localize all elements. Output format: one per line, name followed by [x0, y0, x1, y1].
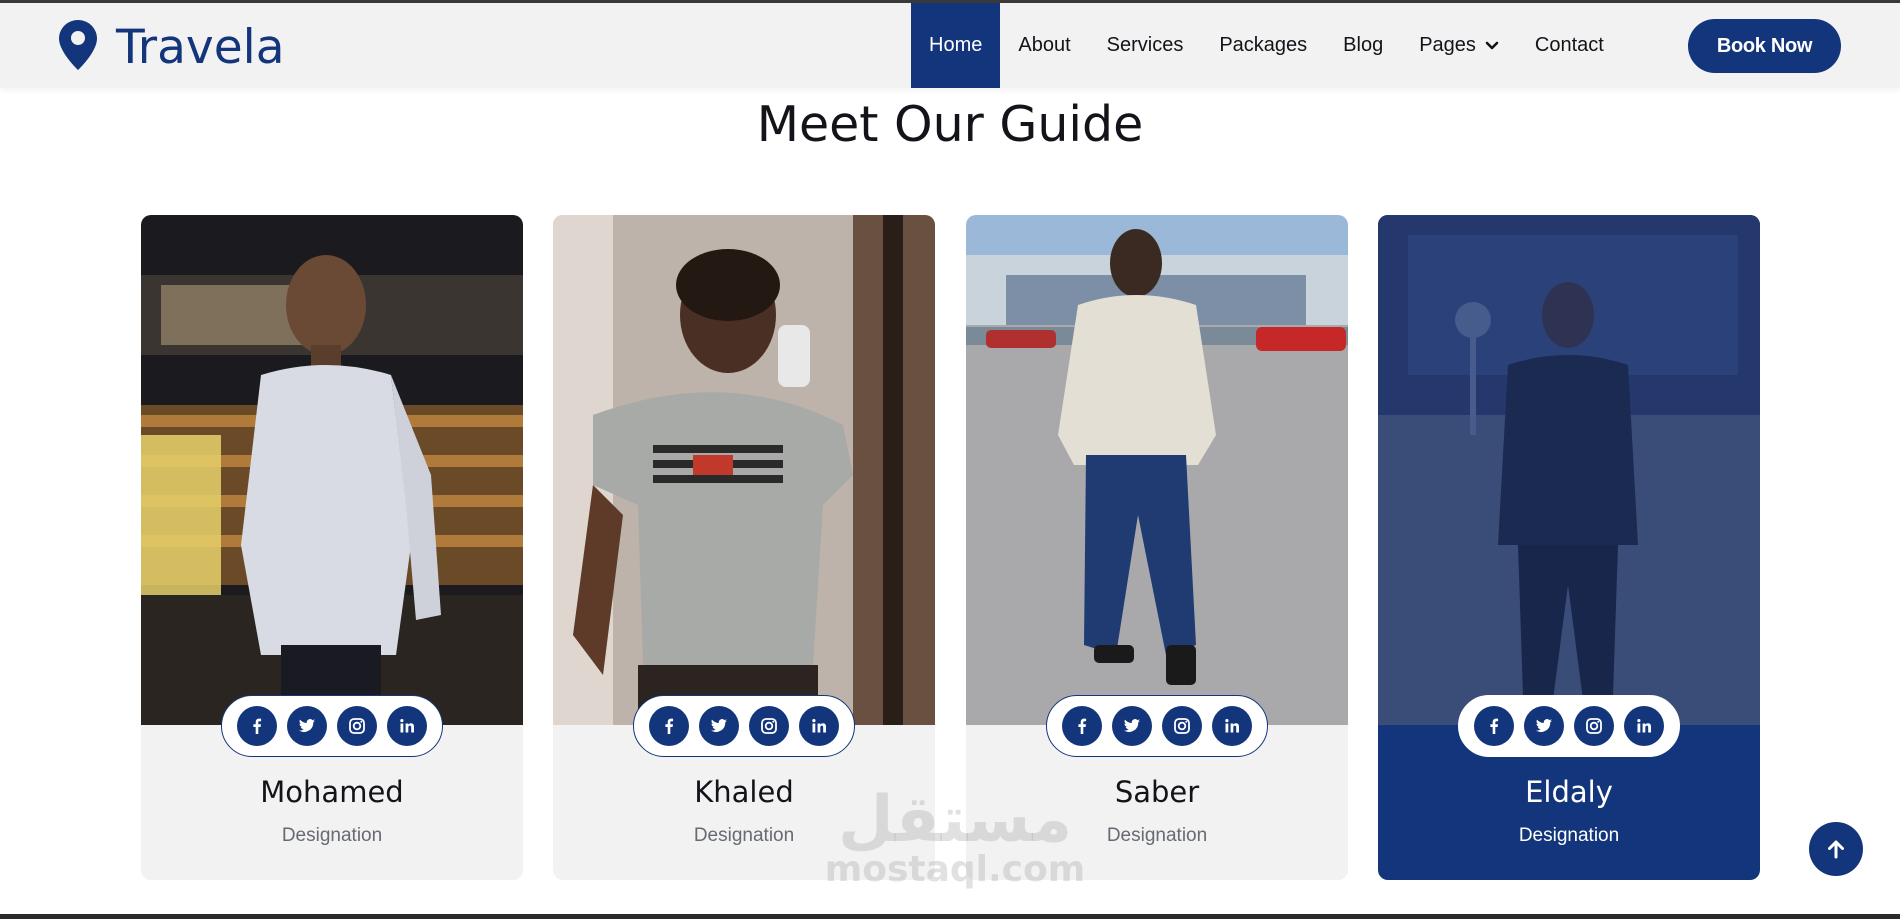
nav-item-about[interactable]: About	[1000, 3, 1088, 88]
chevron-down-icon	[1485, 41, 1499, 49]
instagram-icon[interactable]	[1574, 706, 1614, 746]
main-nav: Home About Services Packages Blog Pages …	[911, 3, 1622, 88]
guide-designation: Designation	[281, 825, 383, 846]
navbar: Travela Home About Services Packages Blo…	[0, 3, 1900, 88]
social-links	[633, 695, 855, 757]
guide-name: Mohamed	[260, 775, 404, 809]
twitter-icon[interactable]	[287, 706, 327, 746]
facebook-icon[interactable]	[1062, 706, 1102, 746]
bottom-border	[0, 914, 1900, 919]
section-title: Meet Our Guide	[756, 96, 1144, 153]
back-to-top-button[interactable]	[1809, 822, 1863, 876]
guide-card: Saber Designation	[966, 215, 1348, 880]
guide-photo	[141, 215, 523, 725]
guide-photo	[553, 215, 935, 725]
guide-designation: Designation	[1518, 825, 1620, 846]
guide-name: Eldaly	[1525, 775, 1613, 809]
map-marker-icon	[58, 19, 98, 76]
guide-photo	[966, 215, 1348, 725]
nav-item-services[interactable]: Services	[1089, 3, 1202, 88]
guide-name: Khaled	[694, 775, 794, 809]
nav-item-home[interactable]: Home	[911, 3, 1001, 88]
facebook-icon[interactable]	[1474, 706, 1514, 746]
instagram-icon[interactable]	[749, 706, 789, 746]
book-now-button[interactable]: Book Now	[1688, 19, 1841, 73]
nav-item-pages-label: Pages	[1419, 34, 1476, 56]
instagram-icon[interactable]	[337, 706, 377, 746]
nav-item-pages[interactable]: Pages	[1401, 3, 1517, 88]
nav-item-contact[interactable]: Contact	[1517, 3, 1622, 88]
linkedin-icon[interactable]	[1212, 706, 1252, 746]
twitter-icon[interactable]	[699, 706, 739, 746]
twitter-icon[interactable]	[1112, 706, 1152, 746]
guide-designation: Designation	[693, 825, 795, 846]
linkedin-icon[interactable]	[387, 706, 427, 746]
linkedin-icon[interactable]	[799, 706, 839, 746]
linkedin-icon[interactable]	[1624, 706, 1664, 746]
brand-name: Travela	[116, 19, 285, 75]
guide-designation: Designation	[1106, 825, 1208, 846]
facebook-icon[interactable]	[237, 706, 277, 746]
facebook-icon[interactable]	[649, 706, 689, 746]
nav-item-blog[interactable]: Blog	[1325, 3, 1401, 88]
twitter-icon[interactable]	[1524, 706, 1564, 746]
guide-card: Mohamed Designation	[141, 215, 523, 880]
instagram-icon[interactable]	[1162, 706, 1202, 746]
brand-logo[interactable]: Travela	[58, 17, 285, 77]
guide-card: Khaled Designation	[553, 215, 935, 880]
nav-item-packages[interactable]: Packages	[1201, 3, 1325, 88]
social-links	[1458, 695, 1680, 757]
guide-photo	[1378, 215, 1760, 725]
arrow-up-icon	[1828, 840, 1844, 859]
guide-name: Saber	[1114, 775, 1200, 809]
page: Travela Home About Services Packages Blo…	[0, 0, 1900, 919]
social-links	[1046, 695, 1268, 757]
social-links	[221, 695, 443, 757]
guide-card-active: Eldaly Designation	[1378, 215, 1760, 880]
